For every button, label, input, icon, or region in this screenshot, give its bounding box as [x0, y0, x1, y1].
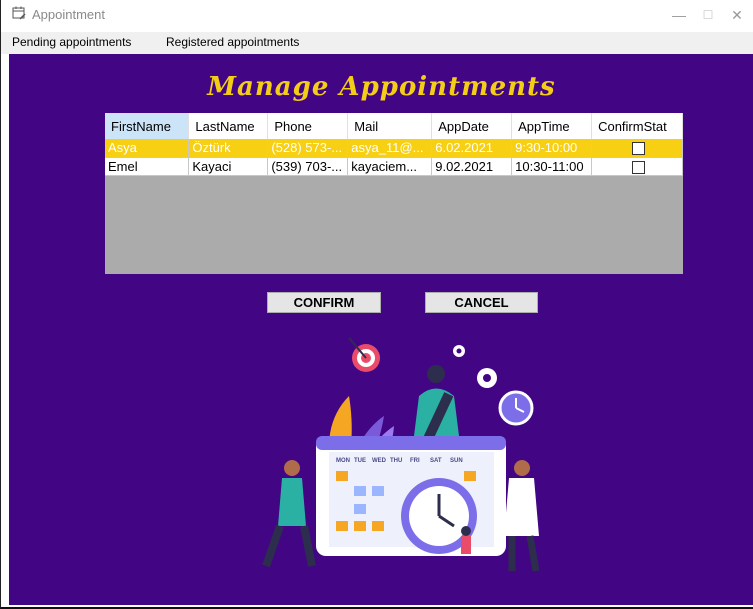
cell-phone[interactable]: (528) 573-...: [267, 139, 349, 158]
table-row[interactable]: Emel Kayaci (539) 703-... kayaciem... 9.…: [105, 157, 683, 176]
appointments-table: FirstName LastName Phone Mail AppDate Ap…: [105, 113, 683, 176]
column-header-apptime[interactable]: AppTime: [511, 113, 593, 139]
calendar-day-tue: TUE: [354, 458, 366, 464]
cell-confirmstat[interactable]: [591, 139, 683, 158]
column-header-lastname[interactable]: LastName: [188, 113, 269, 139]
calendar-edit-icon: [12, 6, 26, 20]
menu-bar: Pending appointments Registered appointm…: [1, 32, 753, 54]
appointment-window: Appointment — ☐ ✕ Pending appointments R…: [0, 0, 753, 609]
page-title: Manage Appointments: [207, 72, 556, 102]
cell-appdate[interactable]: 9.02.2021: [431, 157, 513, 176]
cell-apptime[interactable]: 10:30-11:00: [511, 157, 593, 176]
calendar-day-sat: SAT: [430, 458, 442, 464]
cell-appdate[interactable]: 6.02.2021: [431, 139, 513, 158]
calendar-day-wed: WED: [372, 458, 387, 464]
cancel-button[interactable]: CANCEL: [425, 292, 538, 313]
cell-phone[interactable]: (539) 703-...: [267, 157, 349, 176]
cell-lastname[interactable]: Öztürk: [188, 139, 269, 158]
table-row[interactable]: Asya Öztürk (528) 573-... asya_11@... 6.…: [105, 139, 683, 158]
main-panel: Manage Appointments FirstName LastName P…: [9, 54, 753, 605]
column-header-confirmstat[interactable]: ConfirmStat: [591, 113, 683, 139]
window-title: Appointment: [32, 7, 105, 22]
title-bar[interactable]: Appointment — ☐ ✕: [1, 0, 753, 32]
calendar-day-sun: SUN: [450, 458, 463, 464]
grid-header-row: FirstName LastName Phone Mail AppDate Ap…: [105, 113, 683, 139]
confirm-button[interactable]: CONFIRM: [267, 292, 381, 313]
calendar-illustration: MON TUE WED THU FRI SAT SUN: [262, 337, 540, 572]
column-header-mail[interactable]: Mail: [347, 113, 433, 139]
column-header-phone[interactable]: Phone: [267, 113, 349, 139]
cell-mail[interactable]: asya_11@...: [347, 139, 433, 158]
minimize-button[interactable]: —: [665, 4, 693, 26]
column-header-appdate[interactable]: AppDate: [431, 113, 513, 139]
appointments-grid[interactable]: FirstName LastName Phone Mail AppDate Ap…: [105, 113, 683, 274]
cell-apptime[interactable]: 9:30-10:00: [511, 139, 593, 158]
maximize-button[interactable]: ☐: [694, 4, 722, 26]
cell-mail[interactable]: kayaciem...: [347, 157, 433, 176]
cell-firstname[interactable]: Emel: [105, 157, 190, 176]
menu-item-registered-appointments[interactable]: Registered appointments: [166, 35, 299, 49]
menu-item-pending-appointments[interactable]: Pending appointments: [12, 35, 131, 49]
calendar-day-thu: THU: [390, 458, 402, 464]
calendar-day-fri: FRI: [410, 458, 420, 464]
cell-lastname[interactable]: Kayaci: [188, 157, 269, 176]
cell-firstname[interactable]: Asya: [105, 139, 190, 158]
confirm-checkbox[interactable]: [632, 142, 646, 156]
calendar-day-mon: MON: [336, 458, 350, 464]
column-header-firstname[interactable]: FirstName: [105, 113, 190, 139]
confirm-checkbox[interactable]: [632, 160, 646, 174]
close-button[interactable]: ✕: [723, 4, 751, 26]
cell-confirmstat[interactable]: [591, 157, 683, 176]
